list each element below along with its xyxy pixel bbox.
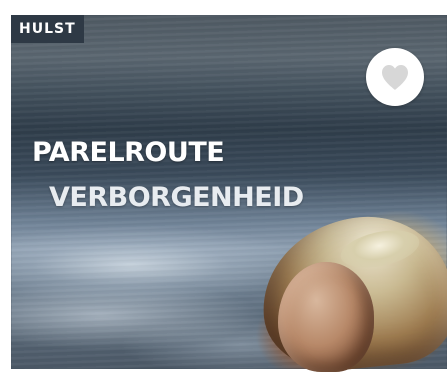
route-title: PARELROUTE	[32, 137, 225, 168]
location-tag: HULST	[11, 15, 84, 43]
shell-inner-image	[278, 262, 374, 372]
heart-icon	[382, 65, 408, 90]
favorite-button[interactable]	[366, 48, 424, 106]
route-subtitle: VERBORGENHEID	[49, 182, 304, 213]
